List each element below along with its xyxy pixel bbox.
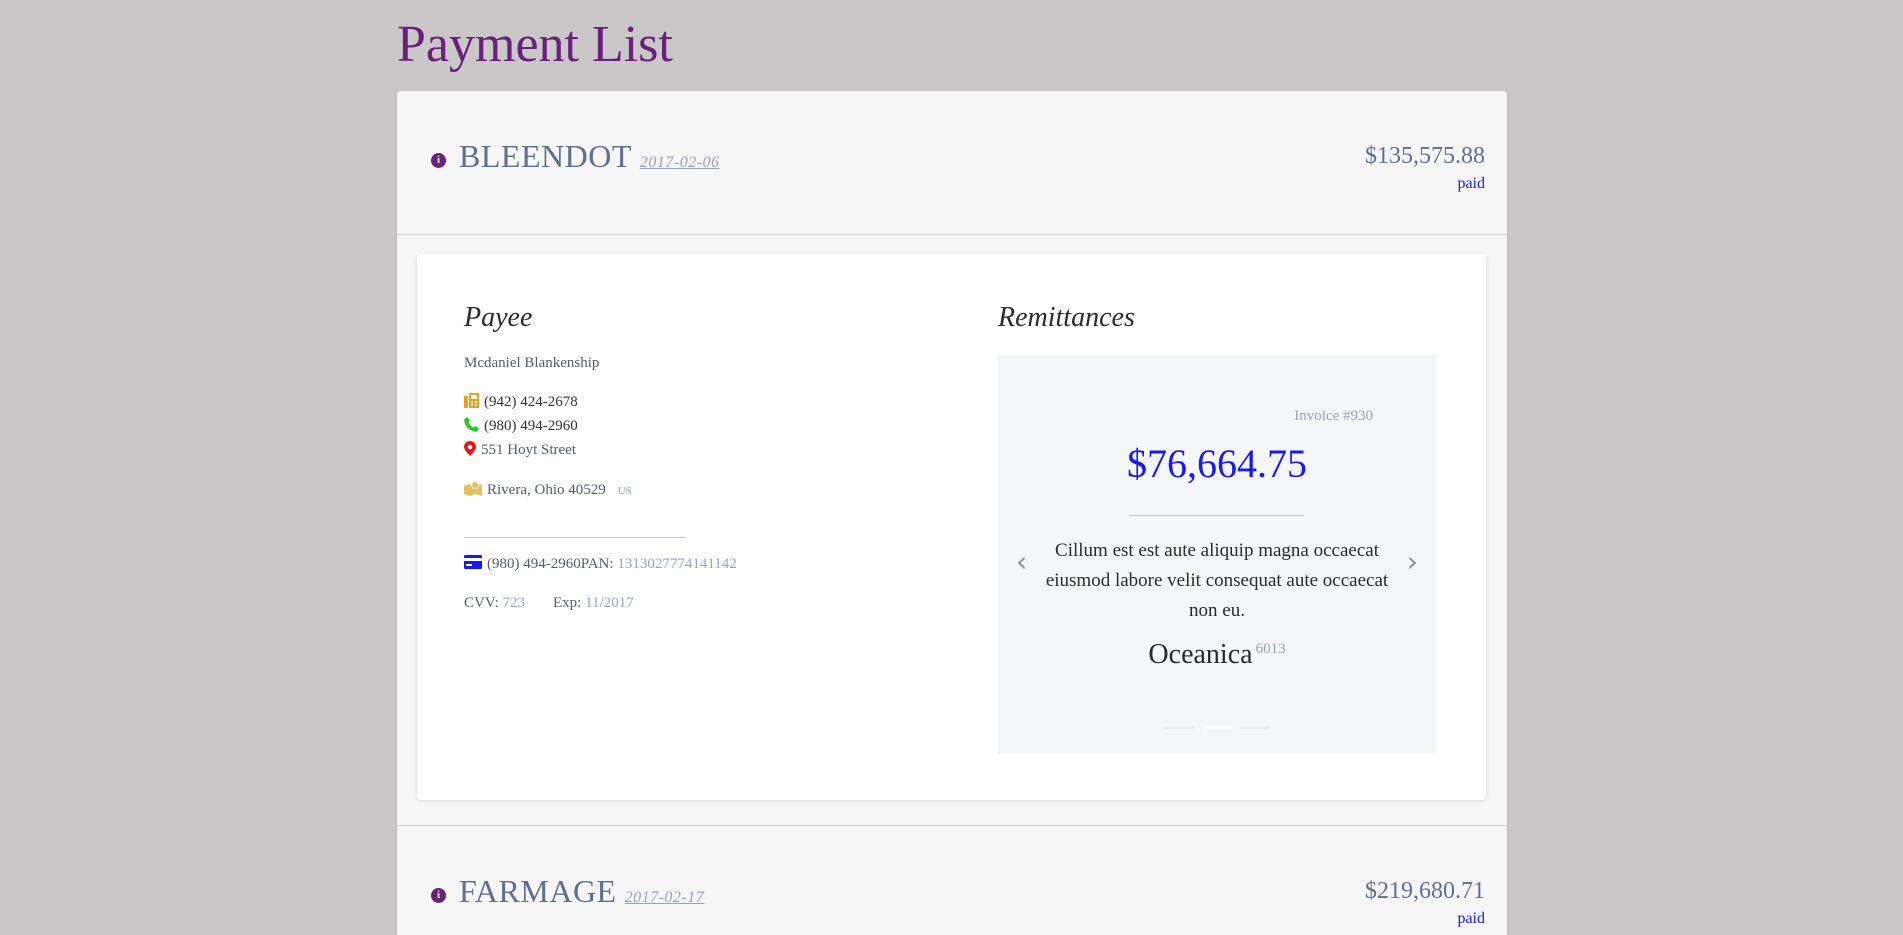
remittance-company-code: 6013 bbox=[1255, 640, 1286, 657]
address-street: 551 Hoyt Street bbox=[481, 442, 576, 458]
company-label: BLEENDOT bbox=[459, 138, 632, 174]
credit-card-icon bbox=[464, 555, 482, 573]
country-code: US bbox=[617, 484, 632, 497]
payee-fax: (942) 424-2678 bbox=[464, 393, 578, 412]
payment-status: paid bbox=[1457, 910, 1485, 927]
company-name: FARMAGE 2017-02-17 bbox=[459, 873, 704, 910]
map-marker-icon bbox=[464, 441, 476, 460]
carousel-indicator[interactable] bbox=[1202, 726, 1232, 729]
payment-date-link[interactable]: 2017-02-17 bbox=[625, 889, 705, 906]
info-icon[interactable]: i bbox=[431, 153, 446, 168]
pan-label: PAN: bbox=[580, 555, 614, 572]
cvv-value: 723 bbox=[502, 595, 525, 611]
chevron-right-icon[interactable]: › bbox=[1407, 545, 1418, 578]
payment-header-farmage[interactable]: i FARMAGE 2017-02-17 $219,680.71 paid bbox=[397, 825, 1507, 935]
payment-status: paid bbox=[1457, 175, 1485, 192]
remittance-company-name: Oceanica bbox=[1148, 639, 1253, 670]
payee-city: Rivera, Ohio 40529 US bbox=[464, 481, 632, 500]
payment-date-link[interactable]: 2017-02-06 bbox=[640, 154, 720, 171]
payment-amount: $135,575.88 bbox=[1365, 143, 1485, 169]
payee-divider bbox=[464, 537, 686, 538]
carousel-indicators bbox=[998, 726, 1436, 729]
remittance-description: Cillum est est aute aliquip magna occaec… bbox=[1045, 540, 1389, 621]
info-icon[interactable]: i bbox=[431, 888, 446, 903]
invoice-number: Invoice #930 bbox=[1294, 408, 1373, 424]
cvv-label: CVV: bbox=[464, 595, 499, 611]
payee-title: Payee bbox=[464, 302, 533, 333]
phone-number: (980) 494-2960 bbox=[484, 418, 578, 434]
payee-card: (980) 494-2960 PAN: 1313027774141142 bbox=[464, 555, 737, 573]
chevron-left-icon[interactable]: ‹ bbox=[1016, 545, 1027, 578]
phone-icon bbox=[464, 417, 479, 436]
remittance-carousel: Invoice #930 $76,664.75 Cillum est est a… bbox=[998, 355, 1436, 754]
remittance-amount: $76,664.75 bbox=[1127, 441, 1307, 486]
payee-address: 551 Hoyt Street bbox=[464, 441, 576, 460]
remittance-company: Oceanica 6013 bbox=[998, 639, 1436, 671]
payment-list: i BLEENDOT 2017-02-06 $135,575.88 paid Pa… bbox=[397, 91, 1507, 935]
pan-number: 1313027774141142 bbox=[617, 555, 737, 572]
card-phone: (980) 494-2960 bbox=[487, 555, 581, 572]
payee-name: Mcdaniel Blankenship bbox=[464, 355, 600, 371]
carousel-indicator[interactable] bbox=[1164, 726, 1194, 729]
company-name: BLEENDOT 2017-02-06 bbox=[459, 138, 720, 175]
carousel-indicator[interactable] bbox=[1240, 726, 1270, 729]
city-state-zip: Rivera, Ohio 40529 bbox=[487, 482, 606, 498]
payment-amount: $219,680.71 bbox=[1365, 878, 1485, 904]
map-icon bbox=[464, 481, 482, 500]
remittances-title: Remittances bbox=[998, 302, 1135, 333]
payee-phone: (980) 494-2960 bbox=[464, 417, 578, 436]
payment-header-bleendot[interactable]: i BLEENDOT 2017-02-06 $135,575.88 paid bbox=[397, 91, 1507, 235]
fax-icon bbox=[464, 393, 479, 412]
remittance-divider bbox=[1129, 515, 1304, 516]
payment-details-card: Payee Mcdaniel Blankenship (942) 424-267… bbox=[417, 254, 1486, 800]
fax-number: (942) 424-2678 bbox=[484, 394, 578, 410]
card-cvv-exp: CVV: 723 Exp: 11/2017 bbox=[464, 595, 634, 612]
exp-label: Exp: bbox=[552, 595, 582, 611]
page-title: Payment List bbox=[397, 16, 673, 73]
company-label: FARMAGE bbox=[459, 873, 617, 909]
exp-value: 11/2017 bbox=[585, 595, 634, 611]
